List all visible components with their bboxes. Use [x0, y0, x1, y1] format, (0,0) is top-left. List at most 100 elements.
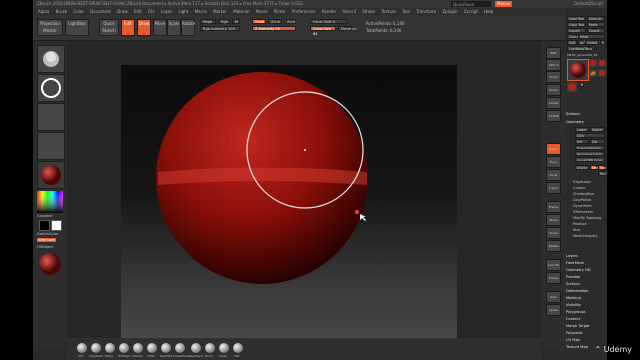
- line-fill-button[interactable]: Line Fill: [546, 259, 561, 271]
- rotate-button[interactable]: Rotate: [181, 19, 195, 36]
- main-color-swatch[interactable]: [51, 220, 62, 231]
- zoom-icon[interactable]: Zoom: [546, 84, 561, 96]
- menu-help[interactable]: Help: [484, 9, 493, 14]
- subtool-header[interactable]: Subtool: [566, 112, 606, 117]
- lsym-button[interactable]: L.Sym: [546, 182, 561, 194]
- brush-inflat-icon[interactable]: [147, 343, 157, 353]
- divide-button[interactable]: Divide: [575, 165, 589, 170]
- tool-thumb-2[interactable]: [589, 59, 597, 67]
- color-picker[interactable]: [37, 191, 63, 213]
- rgb-intensity-slider[interactable]: Rgb Intensity 100: [200, 26, 240, 31]
- meshintegrity-section[interactable]: MeshIntegrity: [573, 233, 598, 239]
- bpr-button[interactable]: BPR: [546, 47, 561, 59]
- brush-slash-icon[interactable]: [219, 343, 229, 353]
- fill-material-preview[interactable]: [37, 251, 63, 277]
- switch-color-button[interactable]: SwitchColor: [37, 232, 58, 236]
- menu-picker[interactable]: Picker: [274, 9, 286, 14]
- brush-std-icon[interactable]: [77, 343, 87, 353]
- menu-light[interactable]: Light: [178, 9, 188, 14]
- material-slot[interactable]: [37, 161, 65, 189]
- menu-transform[interactable]: Transform: [416, 9, 436, 14]
- geometry-header[interactable]: Geometry: [566, 120, 606, 125]
- geometry-hd-header[interactable]: Geometry HD: [566, 268, 606, 273]
- document-canvas[interactable]: [121, 65, 457, 346]
- default-zscript[interactable]: DefaultZScript: [574, 0, 603, 8]
- menu-macro[interactable]: Macro: [195, 9, 207, 14]
- polygroups-header[interactable]: Polygroups: [566, 310, 606, 315]
- del-lower-button[interactable]: Del Lower: [575, 139, 589, 149]
- menu-zscript[interactable]: Zscript: [464, 9, 478, 14]
- menu-marker[interactable]: Marker: [213, 9, 227, 14]
- sculpt-viewport[interactable]: [121, 65, 457, 346]
- persp-button[interactable]: Persp: [546, 143, 561, 155]
- scroll-icon[interactable]: Scroll: [546, 71, 561, 83]
- surface-header[interactable]: Surface: [566, 282, 606, 287]
- menu-zplugin[interactable]: Zplugin: [442, 9, 457, 14]
- brush-damstd-icon[interactable]: [161, 343, 171, 353]
- masking-header[interactable]: Masking: [566, 296, 606, 301]
- aahalf-button[interactable]: AAHalf: [546, 110, 561, 122]
- brush-flat-icon[interactable]: [233, 343, 243, 353]
- r2-button[interactable]: R: [579, 82, 584, 87]
- brush-slot[interactable]: [37, 45, 65, 73]
- spix-button[interactable]: SPix 3: [546, 59, 561, 71]
- convert-bpr-button[interactable]: Convert BPR To Geo: [575, 157, 605, 162]
- menu-draw[interactable]: Draw: [117, 9, 127, 14]
- z-intensity-slider[interactable]: Z Intensity 25: [252, 26, 296, 31]
- rotate-view-icon[interactable]: Rotate: [546, 240, 561, 252]
- reuv-toggle[interactable]: ReUV: [598, 171, 607, 176]
- lower-res-button[interactable]: Lower Res: [575, 127, 589, 137]
- goz-button[interactable]: GoZ: [567, 40, 577, 45]
- xpose-button[interactable]: Xpose: [546, 304, 561, 316]
- save-as-button[interactable]: Save As: [587, 16, 605, 21]
- layers-header[interactable]: Layers: [566, 254, 606, 259]
- lightbox-tools-button[interactable]: Lightbox▸Tools: [567, 46, 592, 51]
- floor-button[interactable]: Floor: [546, 156, 561, 168]
- mrgb-toggle[interactable]: Mrgb: [200, 19, 216, 24]
- higher-res-button[interactable]: Higher Res: [590, 127, 605, 137]
- all-button[interactable]: All: [578, 40, 584, 45]
- clone-button[interactable]: Clone: [567, 34, 578, 39]
- suv-toggle[interactable]: Suv: [598, 165, 606, 170]
- morph-target-header[interactable]: Morph Target: [566, 324, 606, 329]
- solo-button[interactable]: Solo: [546, 291, 561, 303]
- menu-file[interactable]: File: [148, 9, 155, 14]
- tool-thumb-3[interactable]: [598, 59, 606, 67]
- visible-button[interactable]: Visible: [585, 40, 599, 45]
- brush-trimdyn-icon[interactable]: [119, 343, 129, 353]
- move-button[interactable]: Move: [153, 19, 167, 36]
- fill-object-button[interactable]: FillObject: [37, 245, 54, 249]
- texture-slot[interactable]: [37, 132, 65, 160]
- menu-edit[interactable]: Edit: [134, 9, 142, 14]
- brush-claybuild-icon[interactable]: [91, 343, 101, 353]
- paste-tool-button[interactable]: Paste Tool: [587, 22, 605, 32]
- edit-button[interactable]: Edit: [121, 19, 135, 36]
- tool-thumb-5[interactable]: [598, 69, 606, 77]
- alternate-button[interactable]: Alternate: [37, 238, 56, 242]
- deformation-header[interactable]: Deformation: [566, 289, 606, 294]
- projection-master-button[interactable]: Projection Master: [37, 19, 63, 36]
- tool-thumb-4[interactable]: [589, 69, 597, 77]
- r-button[interactable]: R: [600, 40, 605, 45]
- menu-brush[interactable]: Brush: [56, 9, 68, 14]
- menu-stencil[interactable]: Stencil: [342, 9, 356, 14]
- menu-render[interactable]: Render: [322, 9, 336, 14]
- quicksave-button[interactable]: QuickSave: [451, 1, 491, 7]
- draw-size-slider[interactable]: Draw Size 64: [310, 26, 336, 36]
- export-button[interactable]: Export: [587, 28, 605, 33]
- uv-map-header[interactable]: UV Map: [566, 338, 606, 343]
- freeze-subdiv-button[interactable]: Freeze SubDivision Levels: [575, 145, 605, 155]
- zadd-toggle[interactable]: Zadd: [252, 19, 266, 24]
- brush-hpolish-icon[interactable]: [133, 343, 143, 353]
- smt-toggle[interactable]: Smt: [590, 165, 598, 170]
- menu-document[interactable]: Document: [90, 9, 111, 14]
- menu-stroke[interactable]: Stroke: [362, 9, 375, 14]
- fibermesh-header[interactable]: FiberMesh: [566, 261, 606, 266]
- scale-view-icon[interactable]: Scale: [546, 227, 561, 239]
- dynamic-toggle[interactable]: Dynamic: [338, 26, 357, 31]
- menu-alpha[interactable]: Alpha: [38, 9, 49, 14]
- quick-sketch-button[interactable]: Quick Sketch: [99, 19, 119, 36]
- sdiv-slider[interactable]: SDiv: [575, 133, 605, 138]
- menu-movie[interactable]: Movie: [256, 9, 268, 14]
- m-toggle[interactable]: M: [232, 19, 240, 24]
